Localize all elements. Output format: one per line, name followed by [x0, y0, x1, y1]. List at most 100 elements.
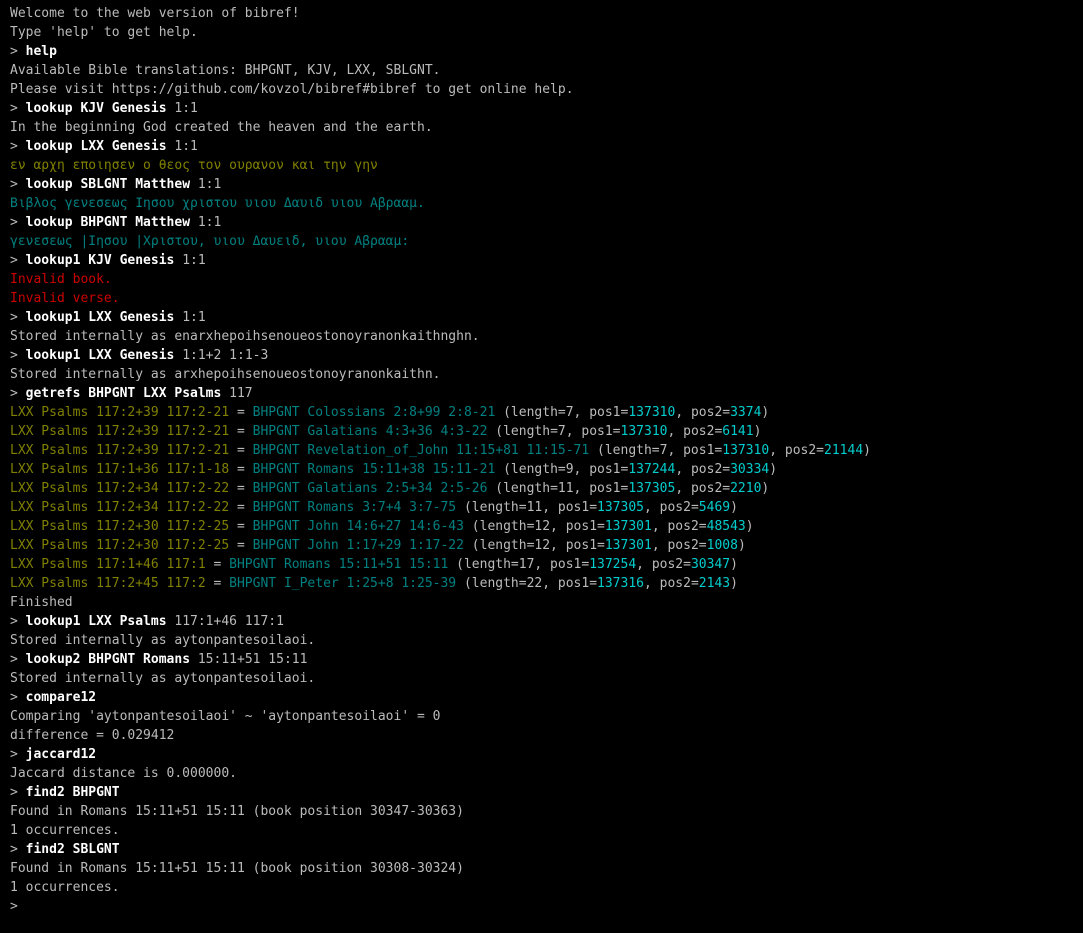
terminal-line: LXX Psalms 117:1+46 117:1 = BHPGNT Roman… [10, 555, 1073, 574]
terminal-line: Finished [10, 593, 1073, 612]
terminal-line: LXX Psalms 117:1+36 117:1-18 = BHPGNT Ro… [10, 460, 1073, 479]
ref-lxx: LXX Psalms 117:2+39 117:2-21 [10, 443, 229, 458]
prompt-symbol: > [10, 652, 26, 667]
ref-bhp: BHPGNT John 1:17+29 1:17-22 [253, 538, 464, 553]
terminal-line: > lookup1 KJV Genesis 1:1 [10, 251, 1073, 270]
output-text: Stored internally as enarxhepoihsenoueos… [10, 329, 480, 344]
ref-lxx: LXX Psalms 117:2+45 117:2 [10, 576, 206, 591]
terminal-line: LXX Psalms 117:2+45 117:2 = BHPGNT I_Pet… [10, 574, 1073, 593]
ref-eq: = [229, 538, 252, 553]
prompt-symbol: > [10, 747, 26, 762]
command-args: 1:1 [167, 139, 198, 154]
ref-pos1: 137310 [628, 405, 675, 420]
terminal-line: LXX Psalms 117:2+30 117:2-25 = BHPGNT Jo… [10, 536, 1073, 555]
command-text: find2 SBLGNT [26, 842, 120, 857]
ref-tail: ) [730, 576, 738, 591]
terminal-line: > lookup KJV Genesis 1:1 [10, 99, 1073, 118]
ref-pos1: 137244 [628, 462, 675, 477]
terminal-line: Invalid book. [10, 270, 1073, 289]
output-text: Stored internally as aytonpantesoilaoi. [10, 633, 315, 648]
ref-tail: ) [761, 405, 769, 420]
terminal-line: Type 'help' to get help. [10, 23, 1073, 42]
ref-meta: (length=22, pos1= [456, 576, 597, 591]
ref-sep: , pos2= [675, 405, 730, 420]
terminal-line: > getrefs BHPGNT LXX Psalms 117 [10, 384, 1073, 403]
output-text: In the beginning God created the heaven … [10, 120, 433, 135]
prompt-symbol: > [10, 614, 26, 629]
command-args: 15:11+51 15:11 [190, 652, 307, 667]
terminal-line: Found in Romans 15:11+51 15:11 (book pos… [10, 859, 1073, 878]
terminal-line: 1 occurrences. [10, 821, 1073, 840]
ref-lxx: LXX Psalms 117:1+46 117:1 [10, 557, 206, 572]
output-greek-nt: Βιβλος γενεσεως Ιησου χριστου υιου Δαυιδ… [10, 196, 425, 211]
command-args: 117:1+46 117:1 [167, 614, 284, 629]
ref-pos1: 137301 [605, 519, 652, 534]
command-args: 1:1 [174, 253, 205, 268]
terminal-line: LXX Psalms 117:2+39 117:2-21 = BHPGNT Ga… [10, 422, 1073, 441]
terminal-line: Jaccard distance is 0.000000. [10, 764, 1073, 783]
terminal-line: > lookup BHPGNT Matthew 1:1 [10, 213, 1073, 232]
terminal-line: LXX Psalms 117:2+39 117:2-21 = BHPGNT Co… [10, 403, 1073, 422]
ref-pos1: 137310 [621, 424, 668, 439]
prompt-symbol: > [10, 253, 26, 268]
command-text: jaccard12 [26, 747, 96, 762]
output-text: Stored internally as aytonpantesoilaoi. [10, 671, 315, 686]
terminal-line: LXX Psalms 117:2+39 117:2-21 = BHPGNT Re… [10, 441, 1073, 460]
command-text: lookup SBLGNT Matthew [26, 177, 190, 192]
terminal-line: LXX Psalms 117:2+34 117:2-22 = BHPGNT Ro… [10, 498, 1073, 517]
ref-tail: ) [730, 557, 738, 572]
terminal-output[interactable]: Welcome to the web version of bibref! Typ… [0, 0, 1083, 920]
intro-text: Welcome to the web version of bibref! [10, 6, 300, 21]
terminal-line: γενεσεως |Ιησου |Χριστου, υιου Δαυειδ, υ… [10, 232, 1073, 251]
ref-bhp: BHPGNT Revelation_of_John 11:15+81 11:15… [253, 443, 590, 458]
terminal-line: > lookup1 LXX Genesis 1:1 [10, 308, 1073, 327]
ref-pos2: 30347 [691, 557, 730, 572]
terminal-line: Comparing 'aytonpantesoilaoi' ~ 'aytonpa… [10, 707, 1073, 726]
command-text: lookup1 LXX Psalms [26, 614, 167, 629]
ref-pos1: 137305 [628, 481, 675, 496]
ref-meta: (length=7, pos1= [495, 405, 628, 420]
ref-lxx: LXX Psalms 117:1+36 117:1-18 [10, 462, 229, 477]
ref-sep: , pos2= [652, 538, 707, 553]
terminal-line: In the beginning God created the heaven … [10, 118, 1073, 137]
ref-lxx: LXX Psalms 117:2+30 117:2-25 [10, 538, 229, 553]
ref-pos2: 30334 [730, 462, 769, 477]
output-error: Invalid verse. [10, 291, 120, 306]
terminal-line: > lookup LXX Genesis 1:1 [10, 137, 1073, 156]
terminal-line: > help [10, 42, 1073, 61]
output-text: Comparing 'aytonpantesoilaoi' ~ 'aytonpa… [10, 709, 440, 724]
ref-meta: (length=11, pos1= [487, 481, 628, 496]
prompt-symbol: > [10, 310, 26, 325]
terminal-line: Stored internally as aytonpantesoilaoi. [10, 669, 1073, 688]
terminal-line: Found in Romans 15:11+51 15:11 (book pos… [10, 802, 1073, 821]
ref-pos2: 6141 [722, 424, 753, 439]
ref-sep: , pos2= [667, 424, 722, 439]
ref-meta: (length=11, pos1= [456, 500, 597, 515]
ref-bhp: BHPGNT Romans 15:11+51 15:11 [229, 557, 448, 572]
output-text: 1 occurrences. [10, 823, 120, 838]
terminal-line: Welcome to the web version of bibref! [10, 4, 1073, 23]
command-text: find2 BHPGNT [26, 785, 120, 800]
ref-meta: (length=17, pos1= [448, 557, 589, 572]
ref-pos1: 137305 [597, 500, 644, 515]
ref-eq: = [229, 462, 252, 477]
terminal-line: Invalid verse. [10, 289, 1073, 308]
command-text: lookup BHPGNT Matthew [26, 215, 190, 230]
ref-pos1: 137254 [589, 557, 636, 572]
ref-sep: , pos2= [675, 462, 730, 477]
output-text: Please visit https://github.com/kovzol/b… [10, 82, 574, 97]
ref-eq: = [229, 443, 252, 458]
ref-bhp: BHPGNT Galatians 4:3+36 4:3-22 [253, 424, 488, 439]
terminal-line: Stored internally as aytonpantesoilaoi. [10, 631, 1073, 650]
ref-lxx: LXX Psalms 117:2+39 117:2-21 [10, 405, 229, 420]
ref-bhp: BHPGNT John 14:6+27 14:6-43 [253, 519, 464, 534]
output-text: Finished [10, 595, 73, 610]
ref-eq: = [206, 557, 229, 572]
ref-eq: = [206, 576, 229, 591]
ref-lxx: LXX Psalms 117:2+34 117:2-22 [10, 481, 229, 496]
command-text: lookup1 LXX Genesis [26, 348, 175, 363]
prompt-symbol[interactable]: > [10, 899, 26, 914]
ref-bhp: BHPGNT Colossians 2:8+99 2:8-21 [253, 405, 496, 420]
terminal-line: εν αρχη εποιησεν ο θεος τον ουρανον και … [10, 156, 1073, 175]
ref-pos2: 1008 [707, 538, 738, 553]
